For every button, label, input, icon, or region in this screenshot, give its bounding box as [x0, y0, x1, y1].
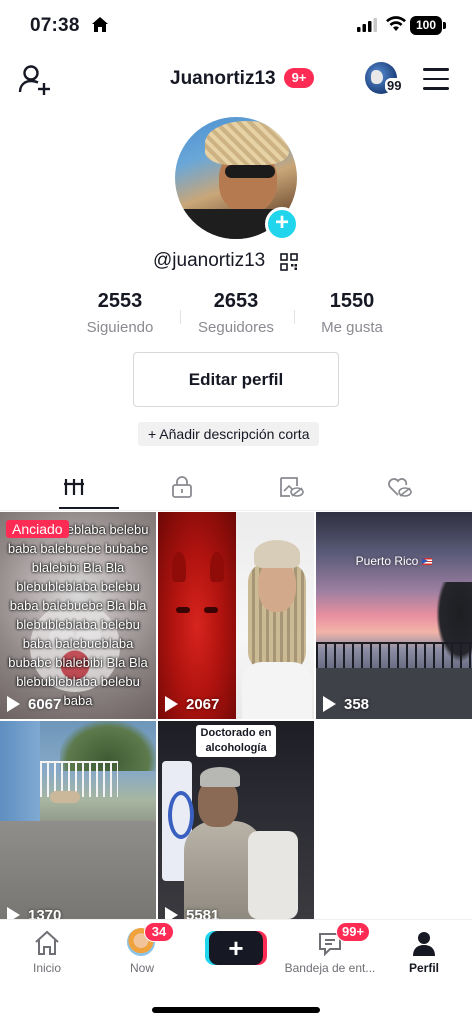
status-time: 07:38: [30, 15, 80, 36]
videos-grid-icon: [64, 479, 84, 495]
home-indicator: [152, 1007, 320, 1013]
add-user-icon[interactable]: [18, 64, 52, 96]
nav-profile-label: Perfil: [408, 961, 439, 975]
video-thumbnail: [0, 821, 156, 919]
video-overlay-text: Doctorado en alcohología: [196, 725, 276, 757]
video-thumbnail: [158, 512, 236, 719]
now-badge: 34: [144, 922, 174, 942]
tagged-hidden-icon: [280, 477, 304, 497]
tabs-divider: [0, 510, 472, 511]
stat-likes-value: 1550: [329, 290, 375, 312]
tab-private[interactable]: [123, 466, 241, 510]
status-bar: 07:38 100: [0, 0, 472, 54]
nav-home-label: Inicio: [32, 961, 61, 975]
view-count: 5581: [165, 907, 220, 919]
view-count-value: 1370: [28, 907, 62, 919]
nav-now[interactable]: 34 Now: [112, 920, 174, 990]
profile-tabs: [0, 466, 472, 510]
stat-followers-label: Seguidores: [198, 319, 274, 336]
battery-indicator: 100: [410, 16, 442, 35]
profile-header: Juanortiz13 9+ 99: [0, 58, 472, 102]
video-tile[interactable]: 1370: [0, 721, 156, 919]
stat-following[interactable]: 2553 Siguiendo: [65, 290, 175, 336]
stat-following-value: 2553: [97, 290, 143, 312]
create-button[interactable]: +: [209, 931, 263, 965]
tab-liked[interactable]: [339, 466, 457, 510]
nav-profile[interactable]: Perfil: [394, 920, 454, 990]
view-count: 2067: [165, 696, 220, 713]
video-thumbnail: [50, 791, 80, 803]
liked-hidden-icon: [388, 478, 412, 497]
play-icon: [165, 907, 178, 919]
qr-code-icon[interactable]: [280, 253, 298, 271]
tab-videos[interactable]: [15, 466, 133, 510]
video-tile[interactable]: bleblebubleblaba belebu baba balebuebe b…: [0, 512, 156, 719]
video-thumbnail: [236, 512, 314, 719]
stat-divider: [294, 310, 295, 324]
active-tab-indicator: [59, 507, 119, 509]
play-icon: [165, 696, 178, 712]
view-count-value: 358: [344, 696, 370, 713]
nav-inbox-label: Bandeja de ent...: [284, 961, 376, 975]
profile-handle: @juanortiz13: [153, 250, 266, 271]
profile-stats: 2553 Siguiendo 2653 Seguidores 1550 Me g…: [60, 290, 412, 340]
add-description-button[interactable]: + Añadir descripción corta: [138, 422, 320, 446]
video-tile[interactable]: 2067: [158, 512, 314, 719]
video-thumbnail: [248, 831, 298, 919]
globe-count: 99: [385, 78, 404, 93]
play-icon: [7, 907, 20, 919]
puerto-rico-flag-icon: [422, 558, 433, 565]
profile-icon: [413, 932, 435, 956]
video-thumbnail: [200, 767, 240, 787]
stat-followers[interactable]: 2653 Seguidores: [181, 290, 291, 336]
video-overlay-text: Puerto Rico: [316, 554, 472, 568]
video-tile[interactable]: Doctorado en alcohología 5581: [158, 721, 314, 919]
cellular-signal-icon: [357, 18, 377, 32]
stat-likes[interactable]: 1550 Me gusta: [297, 290, 407, 336]
notification-badge: 9+: [284, 68, 314, 88]
lock-icon: [172, 476, 192, 498]
pinned-badge: Anciado: [6, 520, 69, 538]
inbox-badge: 99+: [336, 922, 371, 942]
home-icon: [35, 930, 59, 955]
nav-home[interactable]: Inicio: [17, 920, 77, 990]
video-overlay-text: bleblebubleblaba belebu baba balebuebe b…: [7, 522, 149, 708]
battery-nub: [443, 22, 446, 29]
add-avatar-plus-icon[interactable]: +: [265, 207, 299, 241]
view-count-value: 5581: [186, 907, 220, 919]
nav-inbox[interactable]: 99+ Bandeja de ent...: [282, 920, 378, 990]
home-status-icon: [92, 17, 108, 32]
stat-following-label: Siguiendo: [86, 319, 154, 336]
edit-profile-button[interactable]: Editar perfil: [133, 352, 339, 407]
view-count-value: 2067: [186, 696, 220, 713]
video-thumbnail: [316, 642, 472, 668]
play-icon: [323, 696, 336, 712]
video-tile[interactable]: Puerto Rico 358: [316, 512, 472, 719]
username-title[interactable]: Juanortiz13: [170, 68, 276, 90]
menu-icon[interactable]: [423, 68, 449, 90]
video-overlay-label: Puerto Rico: [355, 554, 419, 568]
wifi-icon: [386, 16, 406, 31]
nav-now-label: Now: [129, 961, 154, 975]
tab-tagged[interactable]: [231, 466, 349, 510]
view-count: 1370: [7, 907, 62, 919]
stat-likes-label: Me gusta: [321, 319, 383, 336]
stat-followers-value: 2653: [213, 290, 259, 312]
view-count: 358: [323, 696, 370, 713]
